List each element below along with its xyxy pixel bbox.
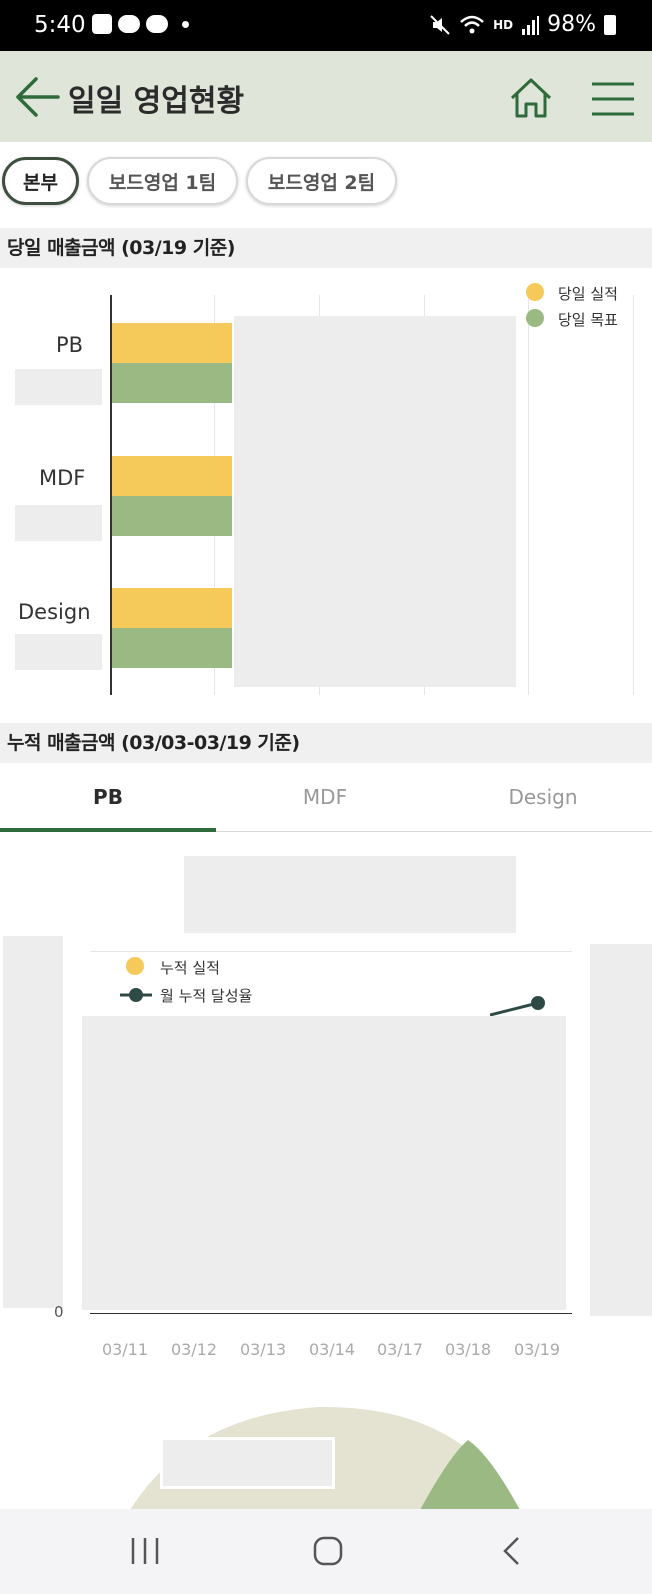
x-label: 03/12 <box>170 1340 218 1359</box>
status-time: 5:40 <box>34 12 86 38</box>
redacted-label <box>15 505 102 541</box>
x-label: 03/13 <box>239 1340 287 1359</box>
gallery-icon <box>92 14 112 34</box>
legend-label-cumulative: 누적 실적 <box>160 959 220 977</box>
cumulative-sales-header: 누적 매출금액 (03/03-03/19 기준) <box>0 723 652 763</box>
chip-headquarters[interactable]: 본부 <box>2 157 79 205</box>
mute-icon <box>430 14 450 35</box>
category-label-pb: PB <box>56 333 84 357</box>
legend-label-rate: 월 누적 달성율 <box>160 987 253 1005</box>
redacted-label <box>15 634 102 670</box>
legend-swatch-actual <box>526 283 544 301</box>
redacted-y-axis-right <box>590 944 652 1316</box>
x-axis <box>90 1313 572 1314</box>
battery-icon <box>604 14 616 35</box>
home-button-icon[interactable] <box>312 1535 344 1567</box>
tab-design[interactable]: Design <box>434 762 652 832</box>
legend-swatch-target <box>526 309 544 327</box>
legend-swatch-rate <box>120 988 152 1002</box>
x-label: 03/18 <box>444 1340 492 1359</box>
redacted-illustration-label <box>160 1437 335 1489</box>
redacted-label <box>15 369 102 405</box>
bar-design-actual <box>112 588 232 628</box>
tab-active-indicator <box>0 828 216 832</box>
chat-icon <box>118 15 140 33</box>
tab-mdf[interactable]: MDF <box>216 762 434 832</box>
back-button-icon[interactable] <box>500 1535 524 1567</box>
x-label: 03/17 <box>376 1340 424 1359</box>
x-label: 03/19 <box>513 1340 561 1359</box>
gridline <box>528 295 529 695</box>
hd-voice-icon: HD <box>493 17 514 32</box>
y-zero-label: 0 <box>54 1303 64 1321</box>
legend-swatch-cumulative <box>126 957 144 975</box>
page-title: 일일 영업현황 <box>68 84 245 119</box>
category-label-design: Design <box>18 600 91 624</box>
notification-icons <box>92 14 189 34</box>
talk-icon <box>146 15 168 33</box>
battery-percent: 98% <box>547 12 596 37</box>
tab-pb[interactable]: PB <box>0 762 216 832</box>
bar-design-target <box>112 628 232 668</box>
bar-pb-target <box>112 363 232 403</box>
redacted-chart-region <box>234 316 516 687</box>
category-label-mdf: MDF <box>39 466 86 490</box>
bar-mdf-actual <box>112 456 232 496</box>
home-icon[interactable] <box>508 76 554 120</box>
redacted-y-axis-left <box>3 936 63 1308</box>
redacted-summary <box>184 856 516 933</box>
chip-board-sales-team-1[interactable]: 보드영업 1팀 <box>87 157 238 205</box>
more-dot-icon <box>182 20 189 28</box>
bar-mdf-target <box>112 496 232 536</box>
gridline <box>633 295 634 695</box>
system-icons: HD 98% <box>429 12 616 37</box>
status-bar: 5:40 HD 98% <box>0 0 652 51</box>
legend-label-actual: 당일 실적 <box>558 285 618 303</box>
wifi-icon <box>460 15 484 33</box>
x-label: 03/11 <box>101 1340 149 1359</box>
x-label: 03/14 <box>308 1340 356 1359</box>
recent-apps-icon[interactable] <box>130 1536 160 1566</box>
bar-pb-actual <box>112 323 232 363</box>
daily-sales-header: 당일 매출금액 (03/19 기준) <box>0 228 652 268</box>
gridline <box>90 951 572 952</box>
back-arrow-icon[interactable] <box>14 77 60 117</box>
menu-icon[interactable] <box>590 80 636 118</box>
signal-icon <box>522 15 540 35</box>
chip-board-sales-team-2[interactable]: 보드영업 2팀 <box>246 157 397 205</box>
legend-label-target: 당일 목표 <box>558 311 618 329</box>
redacted-plot-area <box>82 1016 566 1310</box>
